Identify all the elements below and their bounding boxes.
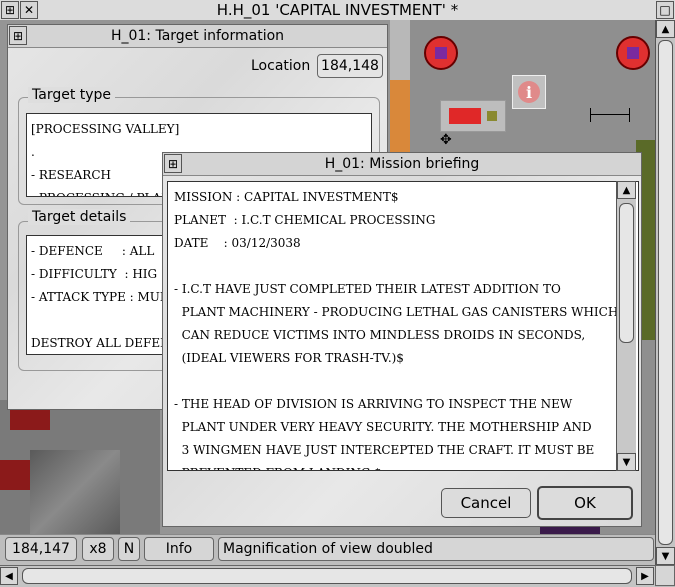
text-line: 3 WINGMEN HAVE JUST INTERCEPTED THE CRAF… bbox=[174, 443, 595, 457]
map-pyramid bbox=[30, 450, 120, 534]
mission-scrollbar[interactable]: ▲ ▼ bbox=[616, 181, 636, 471]
toggle-size-icon[interactable]: □ bbox=[656, 1, 674, 19]
text-line: MISSION : CAPITAL INVESTMENT$ bbox=[174, 190, 399, 204]
cancel-button[interactable]: Cancel bbox=[441, 488, 531, 518]
status-message: Magnification of view doubled bbox=[218, 537, 654, 561]
status-coords: 184,147 bbox=[5, 537, 77, 561]
text-line: PLANET : I.C.T CHEMICAL PROCESSING bbox=[174, 213, 436, 227]
info-icon[interactable]: i bbox=[512, 75, 546, 109]
main-vertical-scrollbar[interactable]: ▲ ▼ bbox=[655, 20, 675, 565]
main-window-title: H.H_01 'CAPITAL INVESTMENT' * bbox=[216, 1, 459, 19]
location-label: Location bbox=[251, 58, 311, 74]
text-line: PLANT MACHINERY - PRODUCING LETHAL GAS C… bbox=[174, 305, 619, 319]
text-line: CAN REDUCE VICTIMS INTO MINDLESS DROIDS … bbox=[174, 328, 586, 342]
main-horizontal-scrollbar[interactable]: ◀ ▶ bbox=[0, 565, 655, 587]
text-line: (IDEAL VIEWERS FOR TRASH-TV.)$ bbox=[174, 351, 404, 365]
text-line: - THE HEAD OF DIVISION IS ARRIVING TO IN… bbox=[174, 397, 573, 411]
text-line bbox=[174, 255, 616, 278]
text-line: PREVENTED FROM LANDING.$ bbox=[174, 462, 616, 470]
scroll-thumb[interactable] bbox=[22, 568, 632, 584]
ok-button[interactable]: OK bbox=[537, 486, 633, 520]
text-line: PLANT UNDER VERY HEAVY SECURITY. THE MOT… bbox=[174, 420, 592, 434]
scroll-up-icon[interactable]: ▲ bbox=[656, 20, 675, 38]
mission-window-title: H_01: Mission briefing bbox=[324, 156, 480, 172]
map-fence bbox=[590, 108, 630, 122]
map-building bbox=[440, 100, 506, 132]
status-mode[interactable]: N bbox=[118, 537, 140, 561]
target-details-label: Target details bbox=[28, 209, 131, 225]
mission-briefing-window[interactable]: ⊞ H_01: Mission briefing MISSION : CAPIT… bbox=[162, 152, 642, 527]
text-line: [PROCESSING VALLEY] bbox=[31, 122, 180, 136]
text-line: - I.C.T HAVE JUST COMPLETED THEIR LATEST… bbox=[174, 282, 561, 296]
text-line bbox=[174, 370, 616, 393]
main-title-bar[interactable]: ⊞ ✕ H.H_01 'CAPITAL INVESTMENT' * □ bbox=[0, 0, 675, 21]
mission-briefing-text[interactable]: MISSION : CAPITAL INVESTMENT$ PLANET : I… bbox=[167, 181, 639, 471]
turret-icon[interactable] bbox=[424, 36, 458, 70]
scroll-thumb[interactable] bbox=[658, 40, 673, 545]
target-window-title: H_01: Target information bbox=[110, 28, 285, 44]
scroll-down-icon[interactable]: ▼ bbox=[617, 453, 636, 471]
scroll-down-icon[interactable]: ▼ bbox=[656, 547, 675, 565]
scroll-left-icon[interactable]: ◀ bbox=[0, 567, 18, 585]
scroll-thumb[interactable] bbox=[619, 203, 634, 343]
status-zoom[interactable]: x8 bbox=[82, 537, 114, 561]
resize-handle[interactable] bbox=[655, 565, 675, 586]
target-type-label: Target type bbox=[28, 87, 116, 103]
mission-window-title-bar[interactable]: ⊞ H_01: Mission briefing bbox=[163, 153, 641, 176]
text-line: DATE : 03/12/3038 bbox=[174, 236, 301, 250]
location-value: 184,148 bbox=[317, 54, 383, 78]
info-button[interactable]: Info bbox=[144, 537, 214, 561]
scroll-up-icon[interactable]: ▲ bbox=[617, 181, 636, 199]
cursor-icon: ✥ bbox=[440, 132, 452, 148]
map-red-patch bbox=[0, 460, 30, 490]
scroll-right-icon[interactable]: ▶ bbox=[636, 567, 654, 585]
target-window-title-bar[interactable]: ⊞ H_01: Target information bbox=[8, 25, 387, 48]
turret-icon[interactable] bbox=[616, 36, 650, 70]
